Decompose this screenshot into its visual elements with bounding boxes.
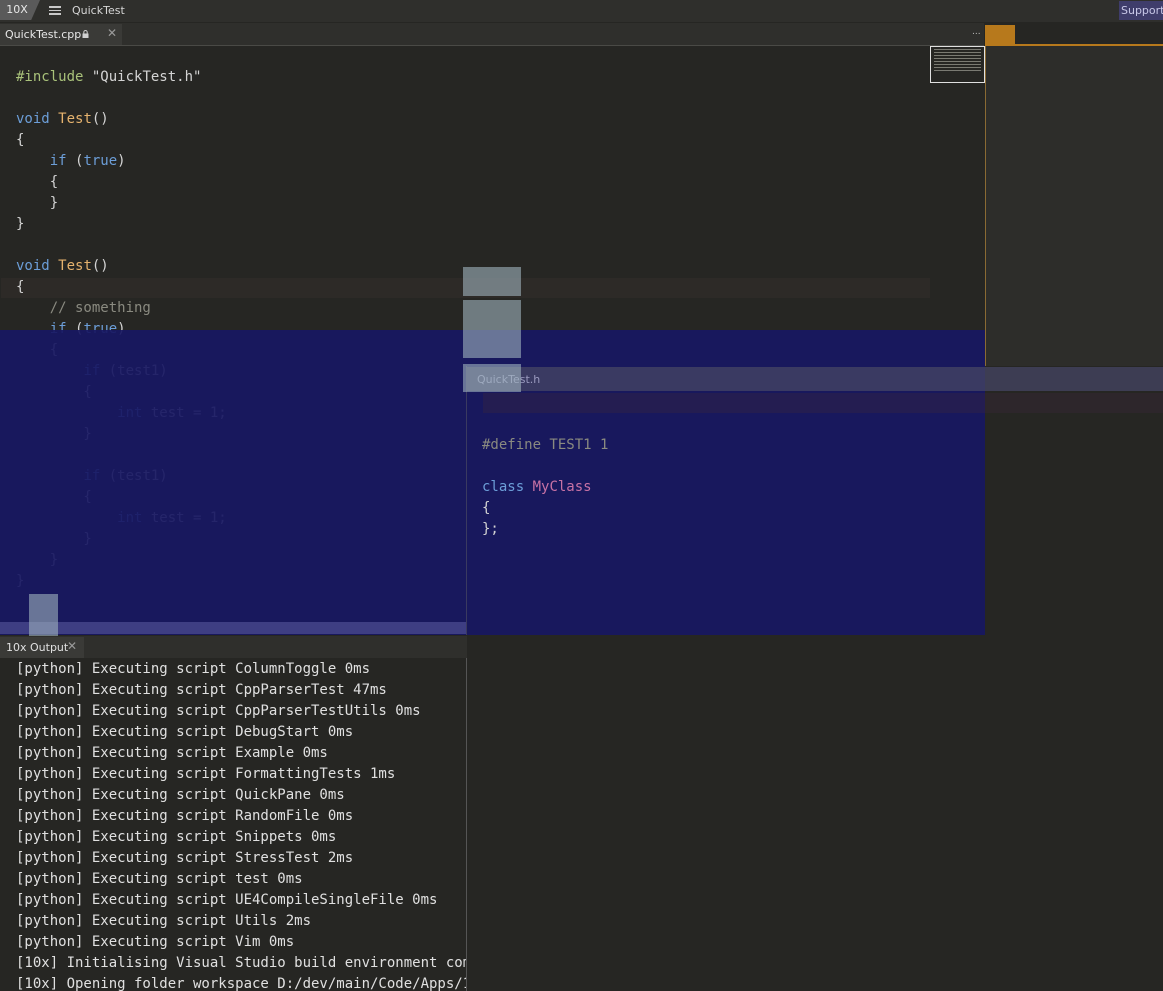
close-output-icon[interactable]: ✕ bbox=[67, 639, 77, 653]
close-tab-icon[interactable]: ✕ bbox=[107, 26, 117, 40]
tab-overflow-button[interactable]: ... bbox=[972, 27, 981, 37]
code-line: class MyClass bbox=[482, 479, 592, 495]
code-line: #define TEST1 1 bbox=[482, 437, 609, 453]
right-empty-pane[interactable] bbox=[985, 46, 1163, 366]
code-line: [python] Executing script DebugStart 0ms bbox=[16, 724, 354, 740]
code-line: [python] Executing script QuickPane 0ms bbox=[16, 787, 345, 803]
code-line: [python] Executing script Example 0ms bbox=[16, 745, 328, 761]
hamburger-menu-icon[interactable] bbox=[49, 4, 61, 16]
code-line: { bbox=[16, 174, 59, 190]
tab-label: QuickTest.cpp bbox=[5, 28, 82, 41]
header-pane-border bbox=[466, 366, 467, 635]
drag-drop-target[interactable] bbox=[463, 267, 521, 296]
code-line: [python] Executing script CppParserTestU… bbox=[16, 703, 421, 719]
code-line: void Test() bbox=[16, 111, 109, 127]
code-line: } bbox=[16, 216, 25, 232]
drag-drop-target[interactable] bbox=[463, 364, 521, 392]
workspace-title: QuickTest bbox=[72, 4, 125, 17]
code-line: [python] Executing script FormattingTest… bbox=[16, 766, 396, 782]
code-line: [python] Executing script Vim 0ms bbox=[16, 934, 295, 950]
header-code-text[interactable]: #define TEST1 1 class MyClass {}; bbox=[482, 414, 608, 540]
support-button[interactable]: Support bbox=[1119, 1, 1163, 20]
code-line: // something bbox=[16, 300, 151, 316]
code-line: #include "QuickTest.h" bbox=[16, 69, 202, 85]
code-line: [python] Executing script CppParserTest … bbox=[16, 682, 387, 698]
code-line: [python] Executing script ColumnToggle 0… bbox=[16, 661, 371, 677]
code-line: } bbox=[16, 195, 59, 211]
output-panel[interactable]: [python] Executing script ColumnToggle 0… bbox=[0, 658, 467, 991]
output-tab-label: 10x Output bbox=[6, 641, 69, 654]
code-line: [python] Executing script Utils 2ms bbox=[16, 913, 312, 929]
code-line: }; bbox=[482, 521, 499, 537]
code-line: [python] Executing script test 0ms bbox=[16, 871, 303, 887]
code-line: [10x] Initialising Visual Studio build e… bbox=[16, 955, 467, 971]
header-pane-title-bar[interactable] bbox=[467, 367, 1163, 391]
code-line: { bbox=[16, 132, 25, 148]
lock-icon bbox=[82, 30, 89, 38]
code-line: if (true) bbox=[49, 153, 126, 169]
header-current-line bbox=[483, 393, 1163, 413]
code-line: [10x] Opening folder workspace D:/dev/ma… bbox=[16, 976, 467, 991]
horizontal-scrollbar[interactable] bbox=[0, 622, 467, 634]
editor-tab-bar bbox=[0, 23, 984, 45]
output-text: [python] Executing script ColumnToggle 0… bbox=[16, 659, 467, 991]
code-line: void Test() bbox=[16, 258, 109, 274]
code-line: [python] Executing script RandomFile 0ms bbox=[16, 808, 354, 824]
code-line: { bbox=[482, 500, 491, 516]
code-line: { bbox=[16, 279, 25, 295]
code-line: [python] Executing script UE4CompileSing… bbox=[16, 892, 438, 908]
code-line: [python] Executing script StressTest 2ms bbox=[16, 850, 354, 866]
minimap[interactable] bbox=[930, 46, 985, 83]
right-pane-tab[interactable] bbox=[985, 25, 1015, 45]
drag-drop-target[interactable] bbox=[463, 300, 521, 358]
title-bar bbox=[0, 0, 1163, 22]
code-line: [python] Executing script Snippets 0ms bbox=[16, 829, 337, 845]
